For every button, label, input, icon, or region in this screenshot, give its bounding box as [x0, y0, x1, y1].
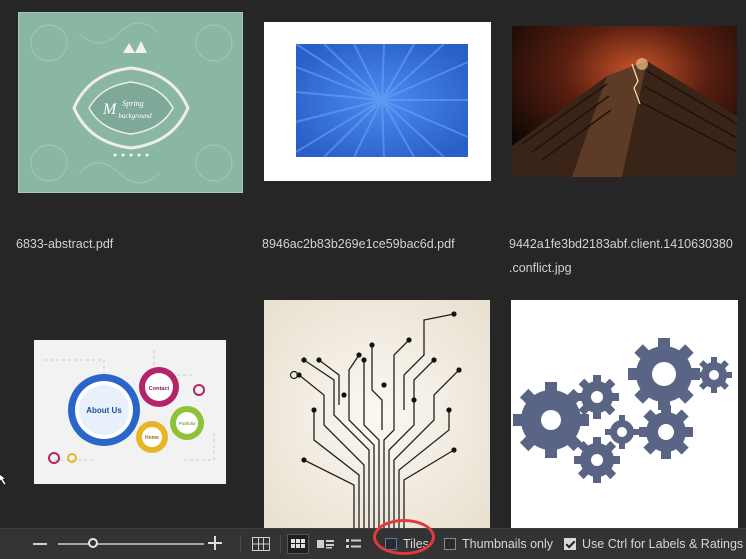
slider-handle[interactable] — [88, 538, 99, 548]
content-grid: Spring background M 6833-abstract.pdf 89… — [0, 0, 746, 528]
list-view-icon — [346, 539, 361, 548]
file-name-2[interactable]: 8946ac2b83b269e1ce59bac6d.pdf — [262, 232, 455, 256]
details-view-icon — [317, 540, 334, 549]
view-grid-lines-button[interactable] — [250, 534, 272, 554]
pyramid-image — [512, 26, 737, 177]
file-name-1[interactable]: 6833-abstract.pdf — [16, 232, 113, 256]
highlight-annotation-ring — [373, 519, 435, 555]
spring-background-image: Spring background M — [19, 13, 242, 192]
toolbar-divider — [240, 535, 241, 553]
gears-image — [511, 300, 738, 528]
view-details-button[interactable] — [315, 534, 337, 554]
view-grid-button[interactable] — [287, 534, 309, 554]
thumbnails-only-option[interactable]: Thumbnails only — [444, 536, 553, 552]
toolbar-divider — [280, 535, 281, 553]
spring-subtitle-text: background — [118, 112, 152, 120]
file-name-3-line2[interactable]: .conflict.jpg — [509, 256, 572, 280]
thumbnails-only-checkbox[interactable] — [444, 538, 456, 550]
file-name-3-line1[interactable]: 9442a1fe3bd2183abf.client.1410630380 — [509, 232, 733, 256]
thumbnail-size-slider[interactable] — [58, 543, 204, 545]
thumbnail-2[interactable] — [264, 22, 491, 181]
blue-rays-image — [264, 22, 491, 181]
thumbnail-6[interactable] — [511, 300, 738, 528]
home-text: Home — [145, 435, 159, 441]
svg-text:M: M — [102, 101, 118, 118]
use-ctrl-label: Use Ctrl for Labels & Ratings — [582, 537, 744, 551]
grid-view-icon — [291, 539, 305, 548]
thumbnail-3[interactable] — [512, 26, 737, 177]
view-list-button[interactable] — [343, 534, 365, 554]
use-ctrl-checkbox[interactable] — [564, 538, 576, 550]
mouse-cursor-icon — [0, 474, 6, 485]
about-us-text: About Us — [86, 406, 122, 415]
grid-lines-icon — [252, 537, 270, 551]
circuit-tree-image — [264, 300, 490, 528]
thumbnail-1[interactable]: Spring background M — [18, 12, 243, 193]
thumbnails-only-label: Thumbnails only — [462, 537, 554, 551]
portfolio-text: Portfolio — [179, 421, 196, 426]
about-us-gears-image: About Us Contact Portfolio Home — [34, 340, 226, 484]
thumbnail-4[interactable]: About Us Contact Portfolio Home — [34, 340, 226, 484]
use-ctrl-option[interactable]: Use Ctrl for Labels & Ratings — [564, 536, 743, 552]
contact-text: Contact — [149, 386, 170, 392]
zoom-in-icon[interactable] — [208, 536, 222, 550]
thumbnail-5[interactable] — [264, 300, 490, 528]
spring-title-text: Spring — [122, 99, 143, 108]
zoom-out-icon[interactable] — [33, 543, 47, 545]
